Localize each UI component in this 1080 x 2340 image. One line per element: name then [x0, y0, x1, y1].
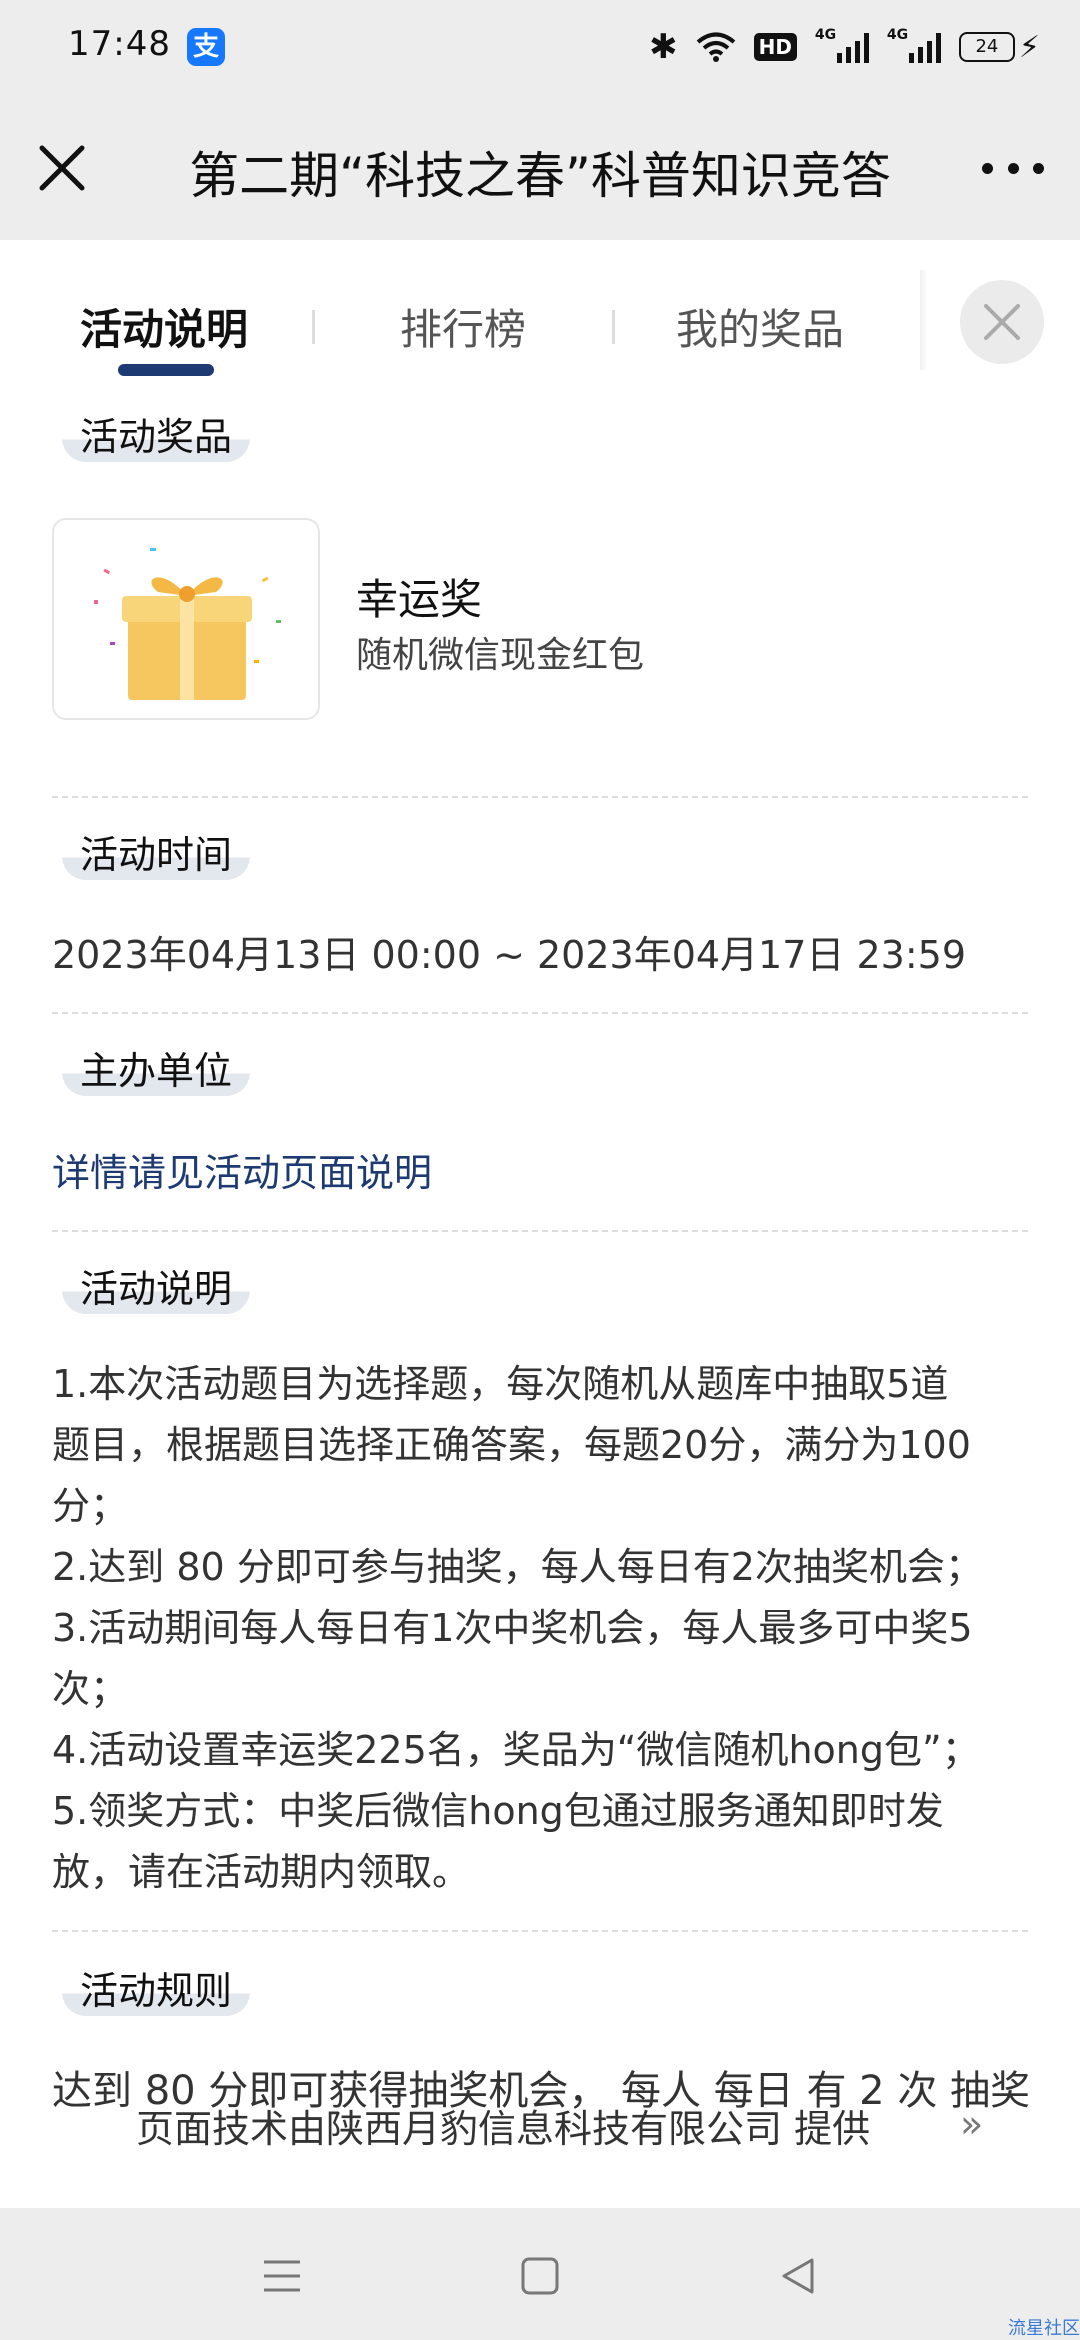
section-heading-prizes: 活动奖品: [62, 412, 251, 462]
battery-icon: 24 ⚡: [958, 29, 1040, 65]
home-icon[interactable]: [516, 2252, 564, 2300]
status-time: 17:48: [68, 24, 171, 64]
description-line: 题目，根据题目选择正确答案，每题20分，满分为100: [52, 1423, 971, 1467]
description-line: 1.本次活动题目为选择题，每次随机从题库中抽取5道: [52, 1362, 949, 1406]
gift-icon: [94, 548, 281, 700]
battery-level: 24: [958, 32, 1015, 62]
footer-credit[interactable]: 页面技术由陕西月豹信息科技有限公司 提供: [136, 2098, 870, 2153]
section-heading-organizer: 主办单位: [62, 1046, 251, 1096]
prize-card[interactable]: [52, 518, 320, 720]
system-nav-bar: 流星社区: [0, 2208, 1080, 2340]
description-line: 5.领奖方式：中奖后微信hong包通过服务通知即时发: [52, 1789, 944, 1833]
prize-name: 幸运奖: [356, 575, 483, 624]
divider: [52, 1930, 1028, 1932]
double-chevron-right-icon[interactable]: »: [960, 2102, 983, 2146]
prize-description: 随机微信现金红包: [356, 635, 645, 676]
divider: [52, 796, 1028, 798]
bluetooth-icon: ✱: [649, 27, 678, 67]
tab-bar: 活动说明 排行榜 我的奖品: [0, 240, 1080, 400]
section-heading-description: 活动说明: [62, 1264, 251, 1314]
tab-separator: [612, 310, 615, 344]
watermark: 流星社区: [1008, 2318, 1080, 2339]
description-line: 分；: [52, 1484, 129, 1528]
activity-time-text: 2023年04月13日 00:00 ~ 2023年04月17日 23:59: [52, 933, 967, 977]
tab-separator: [312, 310, 315, 344]
tab-my-prizes[interactable]: 我的奖品: [676, 296, 844, 357]
alipay-icon: 支: [187, 28, 225, 66]
description-line: 次；: [52, 1667, 129, 1711]
menu-icon[interactable]: [258, 2252, 306, 2300]
tab-leaderboard[interactable]: 排行榜: [400, 296, 526, 357]
active-tab-indicator: [118, 364, 214, 376]
organizer-link[interactable]: 详情请见活动页面说明: [52, 1142, 432, 1197]
divider: [52, 1012, 1028, 1014]
back-icon[interactable]: [774, 2252, 822, 2300]
hd-icon: HD: [753, 33, 797, 61]
close-icon[interactable]: [32, 138, 92, 198]
description-line: 3.活动期间每人每日有1次中奖机会，每人最多可中奖5: [52, 1606, 973, 1650]
tabs-fade: [920, 270, 928, 370]
divider: [52, 1230, 1028, 1232]
section-heading-time: 活动时间: [62, 830, 251, 880]
description-line: 4.活动设置幸运奖225名，奖品为“微信随机hong包”；: [52, 1728, 980, 1772]
more-icon[interactable]: [982, 148, 1044, 188]
close-icon[interactable]: [960, 280, 1044, 364]
charging-icon: ⚡: [1018, 29, 1040, 65]
signal-icon: 4G: [815, 27, 869, 63]
status-bar: 17:48 支 ✱ HD 4G 4G 24 ⚡: [0, 0, 1080, 96]
wifi-icon: [696, 31, 736, 63]
description-line: 2.达到 80 分即可参与抽奖，每人每日有2次抽奖机会；: [52, 1545, 983, 1589]
description-line: 放，请在活动期内领取。: [52, 1850, 471, 1894]
signal-icon: 4G: [887, 27, 941, 63]
description-text: 1.本次活动题目为选择题，每次随机从题库中抽取5道 题目，根据题目选择正确答案，…: [52, 1354, 1042, 1903]
page-title: 第二期“科技之春”科普知识竞答: [189, 147, 891, 205]
tab-activity-info[interactable]: 活动说明: [80, 296, 248, 357]
section-heading-rules: 活动规则: [62, 1966, 251, 2016]
title-bar: 第二期“科技之春”科普知识竞答: [0, 96, 1080, 240]
status-icons: ✱ HD 4G 4G 24 ⚡: [649, 24, 1040, 70]
